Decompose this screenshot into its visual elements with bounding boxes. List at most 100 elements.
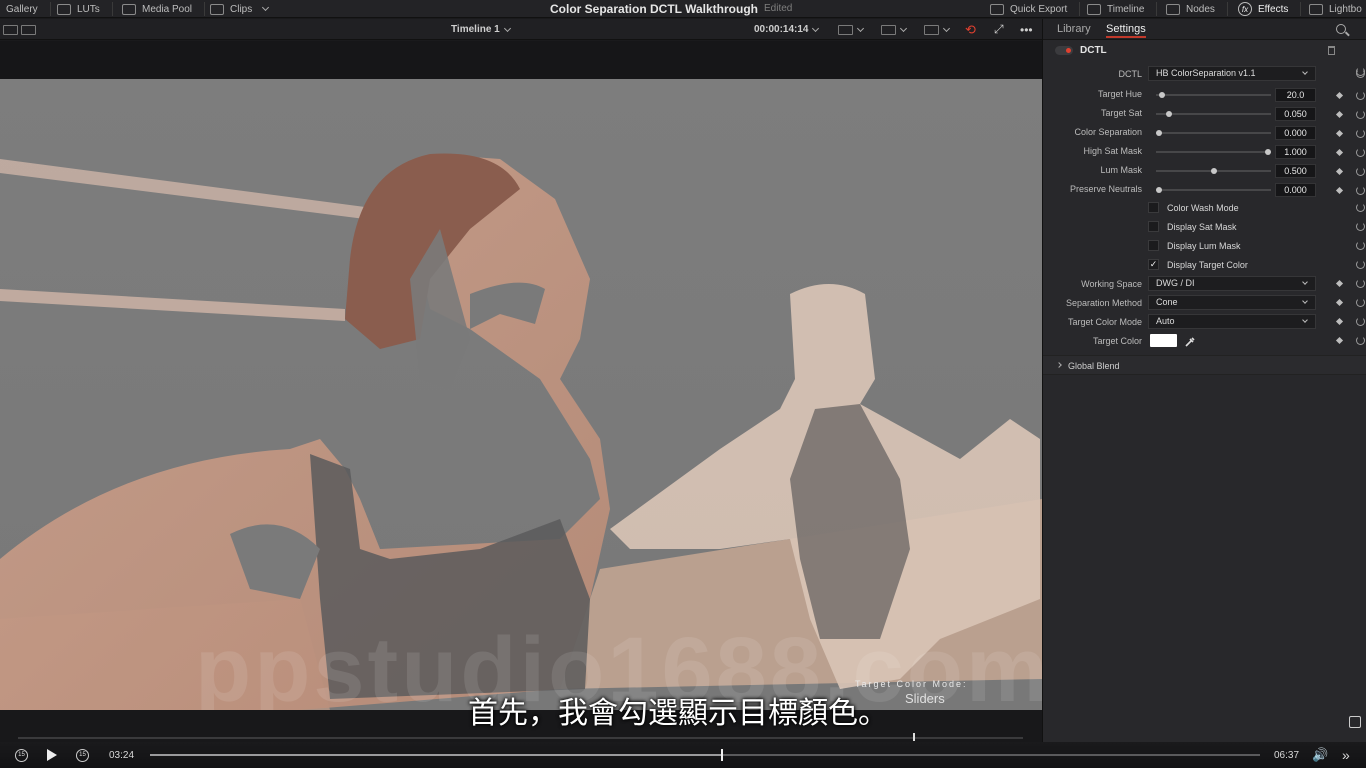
keyframe-icon[interactable] bbox=[1335, 129, 1344, 138]
color-separation-value[interactable]: 0.000 bbox=[1275, 126, 1316, 140]
more-icon: ••• bbox=[1020, 22, 1033, 37]
keyframe-icon[interactable] bbox=[1335, 279, 1344, 288]
overlay-icon bbox=[881, 24, 896, 35]
forward-15-button[interactable]: 15 bbox=[76, 742, 89, 768]
viewer-playhead[interactable] bbox=[913, 733, 915, 741]
reset-icon[interactable] bbox=[1356, 279, 1365, 288]
reset-icon[interactable] bbox=[1356, 336, 1365, 345]
rewind-15-button[interactable]: 15 bbox=[15, 742, 28, 768]
luts-button[interactable]: LUTs bbox=[57, 0, 113, 18]
keyframe-icon[interactable] bbox=[1335, 91, 1344, 100]
reset-icon[interactable] bbox=[1356, 186, 1365, 195]
color-separation-slider[interactable] bbox=[1156, 130, 1271, 136]
clips-button[interactable]: Clips bbox=[210, 0, 272, 18]
viewer-mode-button[interactable] bbox=[838, 19, 867, 40]
reset-icon[interactable] bbox=[1356, 317, 1365, 326]
play-button[interactable] bbox=[47, 742, 57, 768]
timeline-selector[interactable]: Timeline 1 bbox=[451, 19, 514, 40]
color-separation-label: Color Separation bbox=[1074, 127, 1142, 137]
display-sat-mask-checkbox[interactable] bbox=[1148, 221, 1159, 232]
dctl-label: DCTL bbox=[1118, 69, 1142, 79]
timeline-button[interactable]: Timeline bbox=[1087, 0, 1158, 18]
tab-settings[interactable]: Settings bbox=[1106, 19, 1146, 38]
display-lum-mask-checkbox[interactable] bbox=[1148, 240, 1159, 251]
timeline-icon bbox=[1087, 3, 1101, 15]
more-options-button[interactable]: ••• bbox=[1020, 19, 1033, 40]
reset-icon[interactable] bbox=[1356, 110, 1365, 119]
reset-icon[interactable] bbox=[1356, 129, 1365, 138]
target-sat-slider[interactable] bbox=[1156, 111, 1271, 117]
lum-mask-slider[interactable] bbox=[1156, 168, 1271, 174]
top-toolbar: Gallery LUTs Media Pool Clips Color Sepa… bbox=[0, 0, 1366, 18]
eyedropper-icon[interactable] bbox=[1184, 336, 1196, 348]
display-target-color-checkbox[interactable]: ✓ bbox=[1148, 259, 1159, 270]
overlay-button[interactable] bbox=[881, 19, 910, 40]
color-wash-mode-checkbox[interactable] bbox=[1148, 202, 1159, 213]
high-sat-mask-slider[interactable] bbox=[1156, 149, 1271, 155]
target-hue-value[interactable]: 20.0 bbox=[1275, 88, 1316, 102]
reset-icon[interactable] bbox=[1356, 203, 1365, 212]
chevron-down-icon bbox=[812, 24, 820, 32]
search-icon[interactable] bbox=[1336, 24, 1346, 34]
chevron-down-icon bbox=[1302, 298, 1308, 304]
keyframe-icon[interactable] bbox=[1335, 186, 1344, 195]
reset-icon[interactable] bbox=[1356, 260, 1365, 269]
bypass-button[interactable]: ⟲ bbox=[965, 19, 976, 40]
wipe-button[interactable] bbox=[924, 19, 953, 40]
dctl-dropdown[interactable]: HB ColorSeparation v1.1 bbox=[1148, 66, 1316, 81]
separation-method-dropdown[interactable]: Cone bbox=[1148, 295, 1316, 310]
tab-library[interactable]: Library bbox=[1057, 19, 1091, 40]
preserve-neutrals-value[interactable]: 0.000 bbox=[1275, 183, 1316, 197]
keyframe-icon[interactable] bbox=[1335, 298, 1344, 307]
working-space-dropdown[interactable]: DWG / DI bbox=[1148, 276, 1316, 291]
slider-knob[interactable] bbox=[1156, 130, 1162, 136]
reset-icon[interactable] bbox=[1356, 167, 1365, 176]
high-sat-mask-value[interactable]: 1.000 bbox=[1275, 145, 1316, 159]
global-blend-section[interactable]: Global Blend bbox=[1043, 355, 1366, 375]
lightbox-button[interactable]: Lightbo bbox=[1309, 0, 1362, 18]
reset-icon[interactable] bbox=[1356, 222, 1365, 231]
reset-icon[interactable] bbox=[1356, 69, 1365, 78]
keyframe-icon[interactable] bbox=[1335, 110, 1344, 119]
keyframe-icon[interactable] bbox=[1335, 148, 1344, 157]
effect-enable-toggle[interactable] bbox=[1055, 46, 1073, 55]
reset-icon[interactable] bbox=[1356, 148, 1365, 157]
trash-icon[interactable] bbox=[1328, 46, 1335, 55]
video-viewer[interactable] bbox=[0, 79, 1042, 710]
keyframe-icon[interactable] bbox=[1335, 167, 1344, 176]
keyframe-icon[interactable] bbox=[1335, 336, 1344, 345]
slider-knob[interactable] bbox=[1159, 92, 1165, 98]
preserve-neutrals-slider[interactable] bbox=[1156, 187, 1271, 193]
fullscreen-button[interactable]: ⤢ bbox=[994, 19, 1004, 40]
fullscreen-icon: ⤢ bbox=[994, 22, 1004, 36]
progress-playhead[interactable] bbox=[721, 749, 723, 761]
reset-icon[interactable] bbox=[1356, 241, 1365, 250]
current-time: 03:24 bbox=[109, 749, 135, 761]
lum-mask-value[interactable]: 0.500 bbox=[1275, 164, 1316, 178]
slider-knob[interactable] bbox=[1166, 111, 1172, 117]
media-pool-button[interactable]: Media Pool bbox=[122, 0, 206, 18]
viewer-mode-icon bbox=[838, 24, 853, 35]
quick-export-button[interactable]: Quick Export bbox=[990, 0, 1081, 18]
layout-toggle[interactable] bbox=[3, 19, 36, 40]
target-hue-slider[interactable] bbox=[1156, 92, 1271, 98]
fx-icon: fx bbox=[1238, 2, 1252, 16]
volume-button[interactable]: 🔊 bbox=[1312, 742, 1328, 768]
reset-icon[interactable] bbox=[1356, 298, 1365, 307]
skip-button[interactable]: » bbox=[1342, 742, 1350, 768]
expand-icon[interactable] bbox=[1349, 716, 1361, 728]
viewer-scrubber[interactable] bbox=[18, 737, 1023, 739]
slider-knob[interactable] bbox=[1265, 149, 1271, 155]
target-color-mode-dropdown[interactable]: Auto bbox=[1148, 314, 1316, 329]
nodes-button[interactable]: Nodes bbox=[1166, 0, 1228, 18]
target-color-swatch[interactable] bbox=[1150, 334, 1177, 347]
slider-knob[interactable] bbox=[1211, 168, 1217, 174]
luts-icon bbox=[57, 3, 71, 15]
slider-knob[interactable] bbox=[1156, 187, 1162, 193]
timecode-display[interactable]: 00:00:14:14 bbox=[754, 19, 822, 40]
gallery-button[interactable]: Gallery bbox=[6, 0, 51, 18]
effects-button[interactable]: fx Effects bbox=[1238, 0, 1302, 18]
reset-icon[interactable] bbox=[1356, 91, 1365, 100]
keyframe-icon[interactable] bbox=[1335, 317, 1344, 326]
target-sat-value[interactable]: 0.050 bbox=[1275, 107, 1316, 121]
